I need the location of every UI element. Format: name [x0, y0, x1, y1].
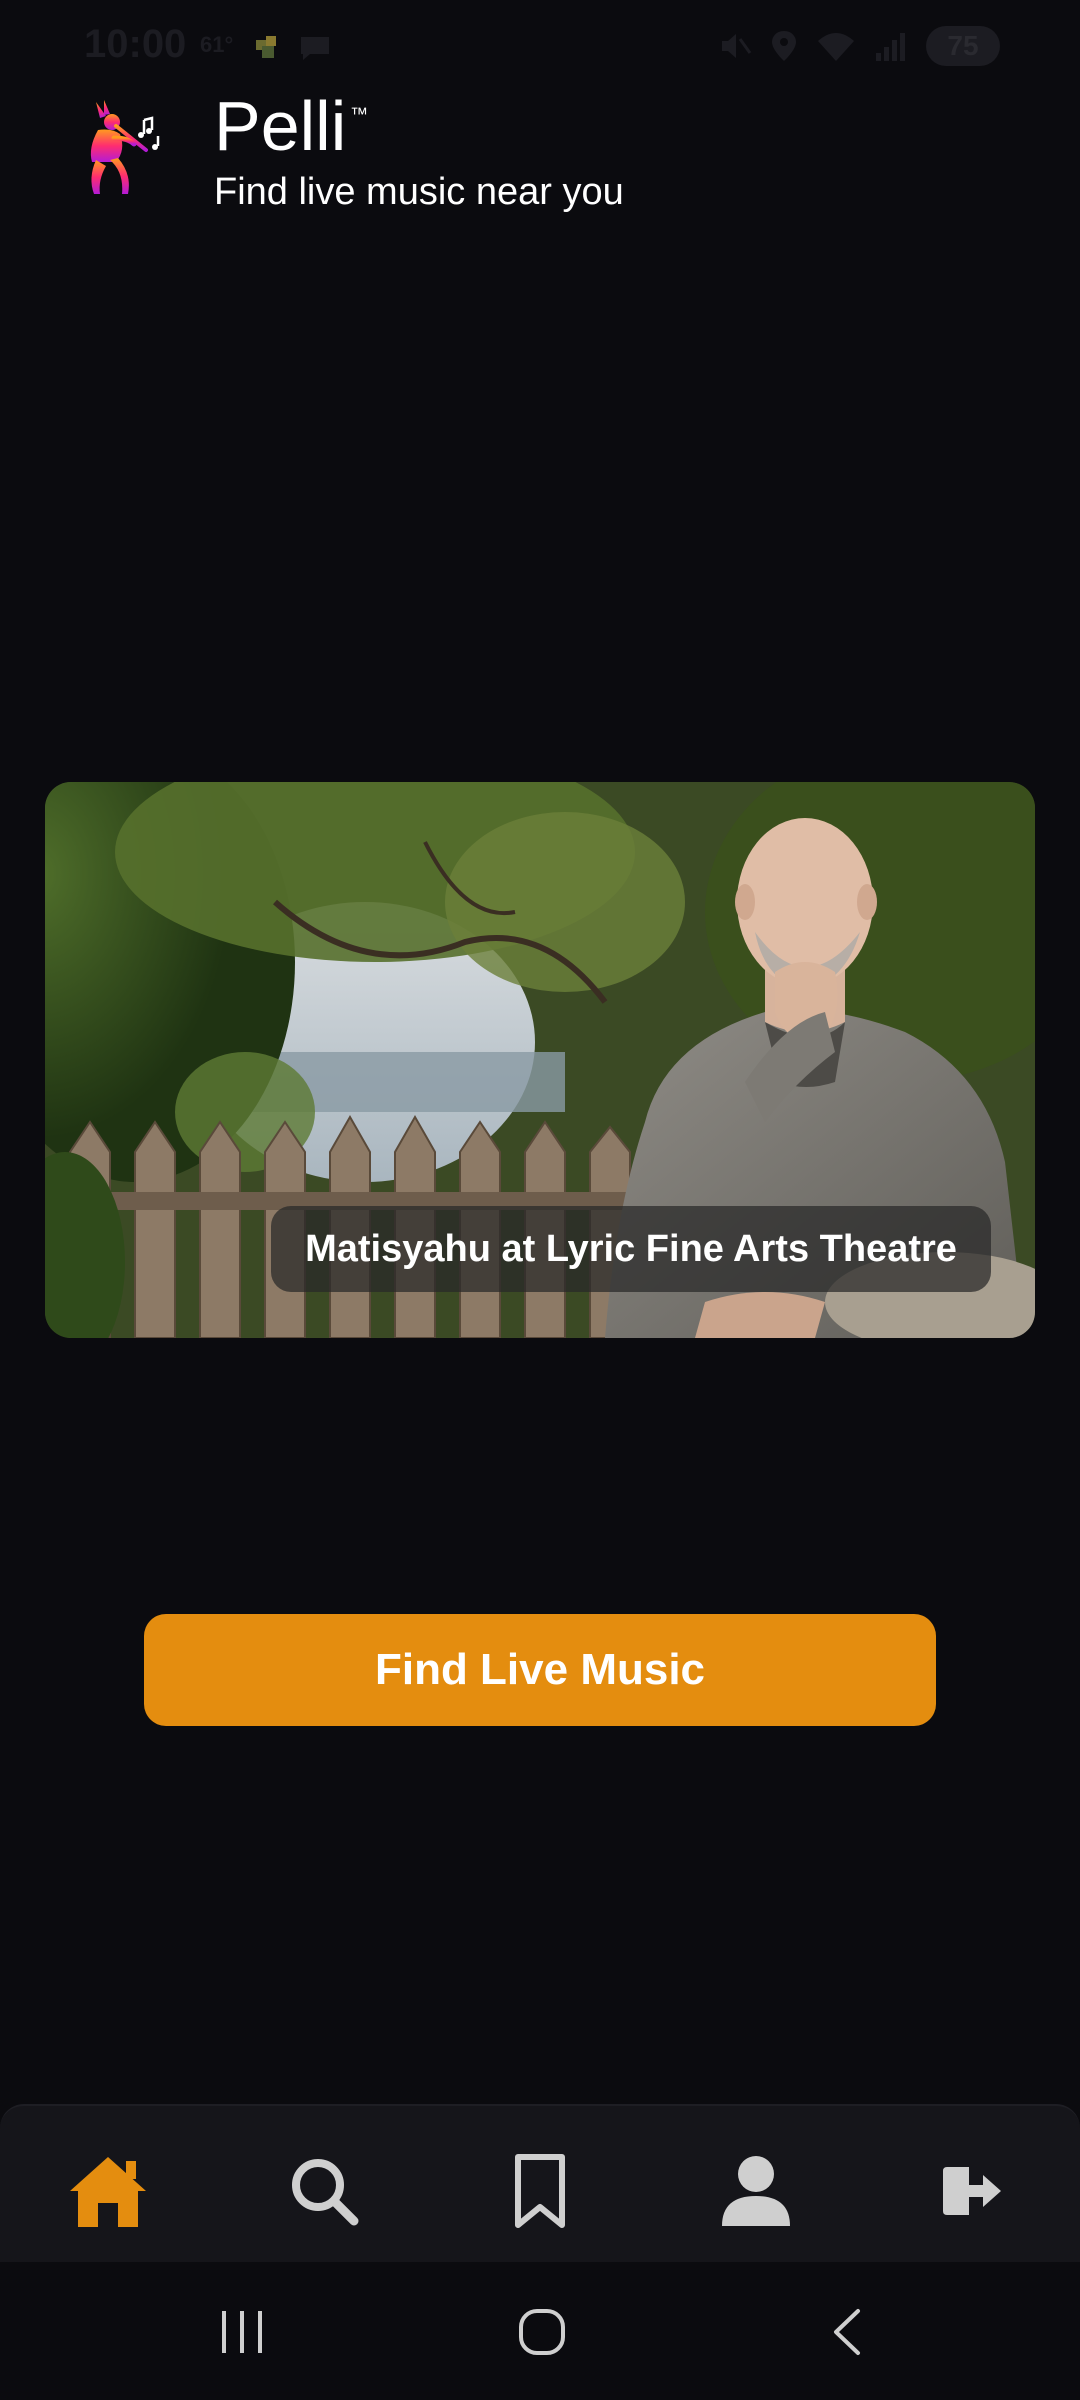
mute-icon: [722, 34, 752, 58]
bookmark-icon: [515, 2154, 565, 2228]
recent-apps-button[interactable]: [202, 2292, 282, 2372]
home-circle-icon: [519, 2309, 565, 2355]
status-icons: 75: [718, 26, 1000, 66]
bottom-nav: [0, 2104, 1080, 2264]
back-button[interactable]: [806, 2292, 886, 2372]
featured-caption-box: Matisyahu at Lyric Fine Arts Theatre: [271, 1206, 991, 1292]
find-live-music-label: Find Live Music: [374, 1645, 706, 1694]
home-system-button[interactable]: [502, 2292, 582, 2372]
app-tagline: Find live music near you: [214, 171, 624, 213]
status-bar: 10:00 61° 75: [0, 0, 1080, 90]
system-nav-bar: [0, 2262, 1080, 2400]
find-live-music-button[interactable]: Find Live Music: [144, 1614, 936, 1726]
status-time: 10:00: [84, 22, 187, 66]
signal-icon: [876, 33, 905, 61]
app-notification-icon: [256, 36, 276, 58]
battery-level: 75: [947, 30, 979, 61]
nav-saved[interactable]: [490, 2146, 590, 2236]
home-icon: [70, 2157, 146, 2227]
featured-caption: Matisyahu at Lyric Fine Arts Theatre: [305, 1227, 957, 1270]
trademark: ™: [350, 104, 368, 124]
battery-indicator: 75: [926, 26, 1000, 66]
location-icon: [772, 31, 796, 61]
back-icon: [834, 2309, 860, 2355]
logout-icon: [943, 2167, 1001, 2215]
search-icon: [292, 2159, 359, 2226]
message-icon: [301, 37, 329, 60]
nav-logout[interactable]: [922, 2146, 1022, 2236]
status-temperature: 61°: [200, 32, 234, 57]
nav-home[interactable]: [58, 2146, 158, 2236]
nav-search[interactable]: [274, 2146, 374, 2236]
recent-apps-icon: [222, 2311, 262, 2353]
app-name: Pelli: [214, 87, 347, 165]
wifi-icon: [818, 33, 854, 61]
featured-event-card[interactable]: Matisyahu at Lyric Fine Arts Theatre: [45, 782, 1035, 1338]
nav-profile[interactable]: [706, 2146, 806, 2236]
profile-icon: [722, 2156, 790, 2226]
pelli-logo-icon: [90, 100, 160, 194]
app-screen: 10:00 61° 75 Pelli ™ Find live music nea…: [0, 0, 1080, 2400]
